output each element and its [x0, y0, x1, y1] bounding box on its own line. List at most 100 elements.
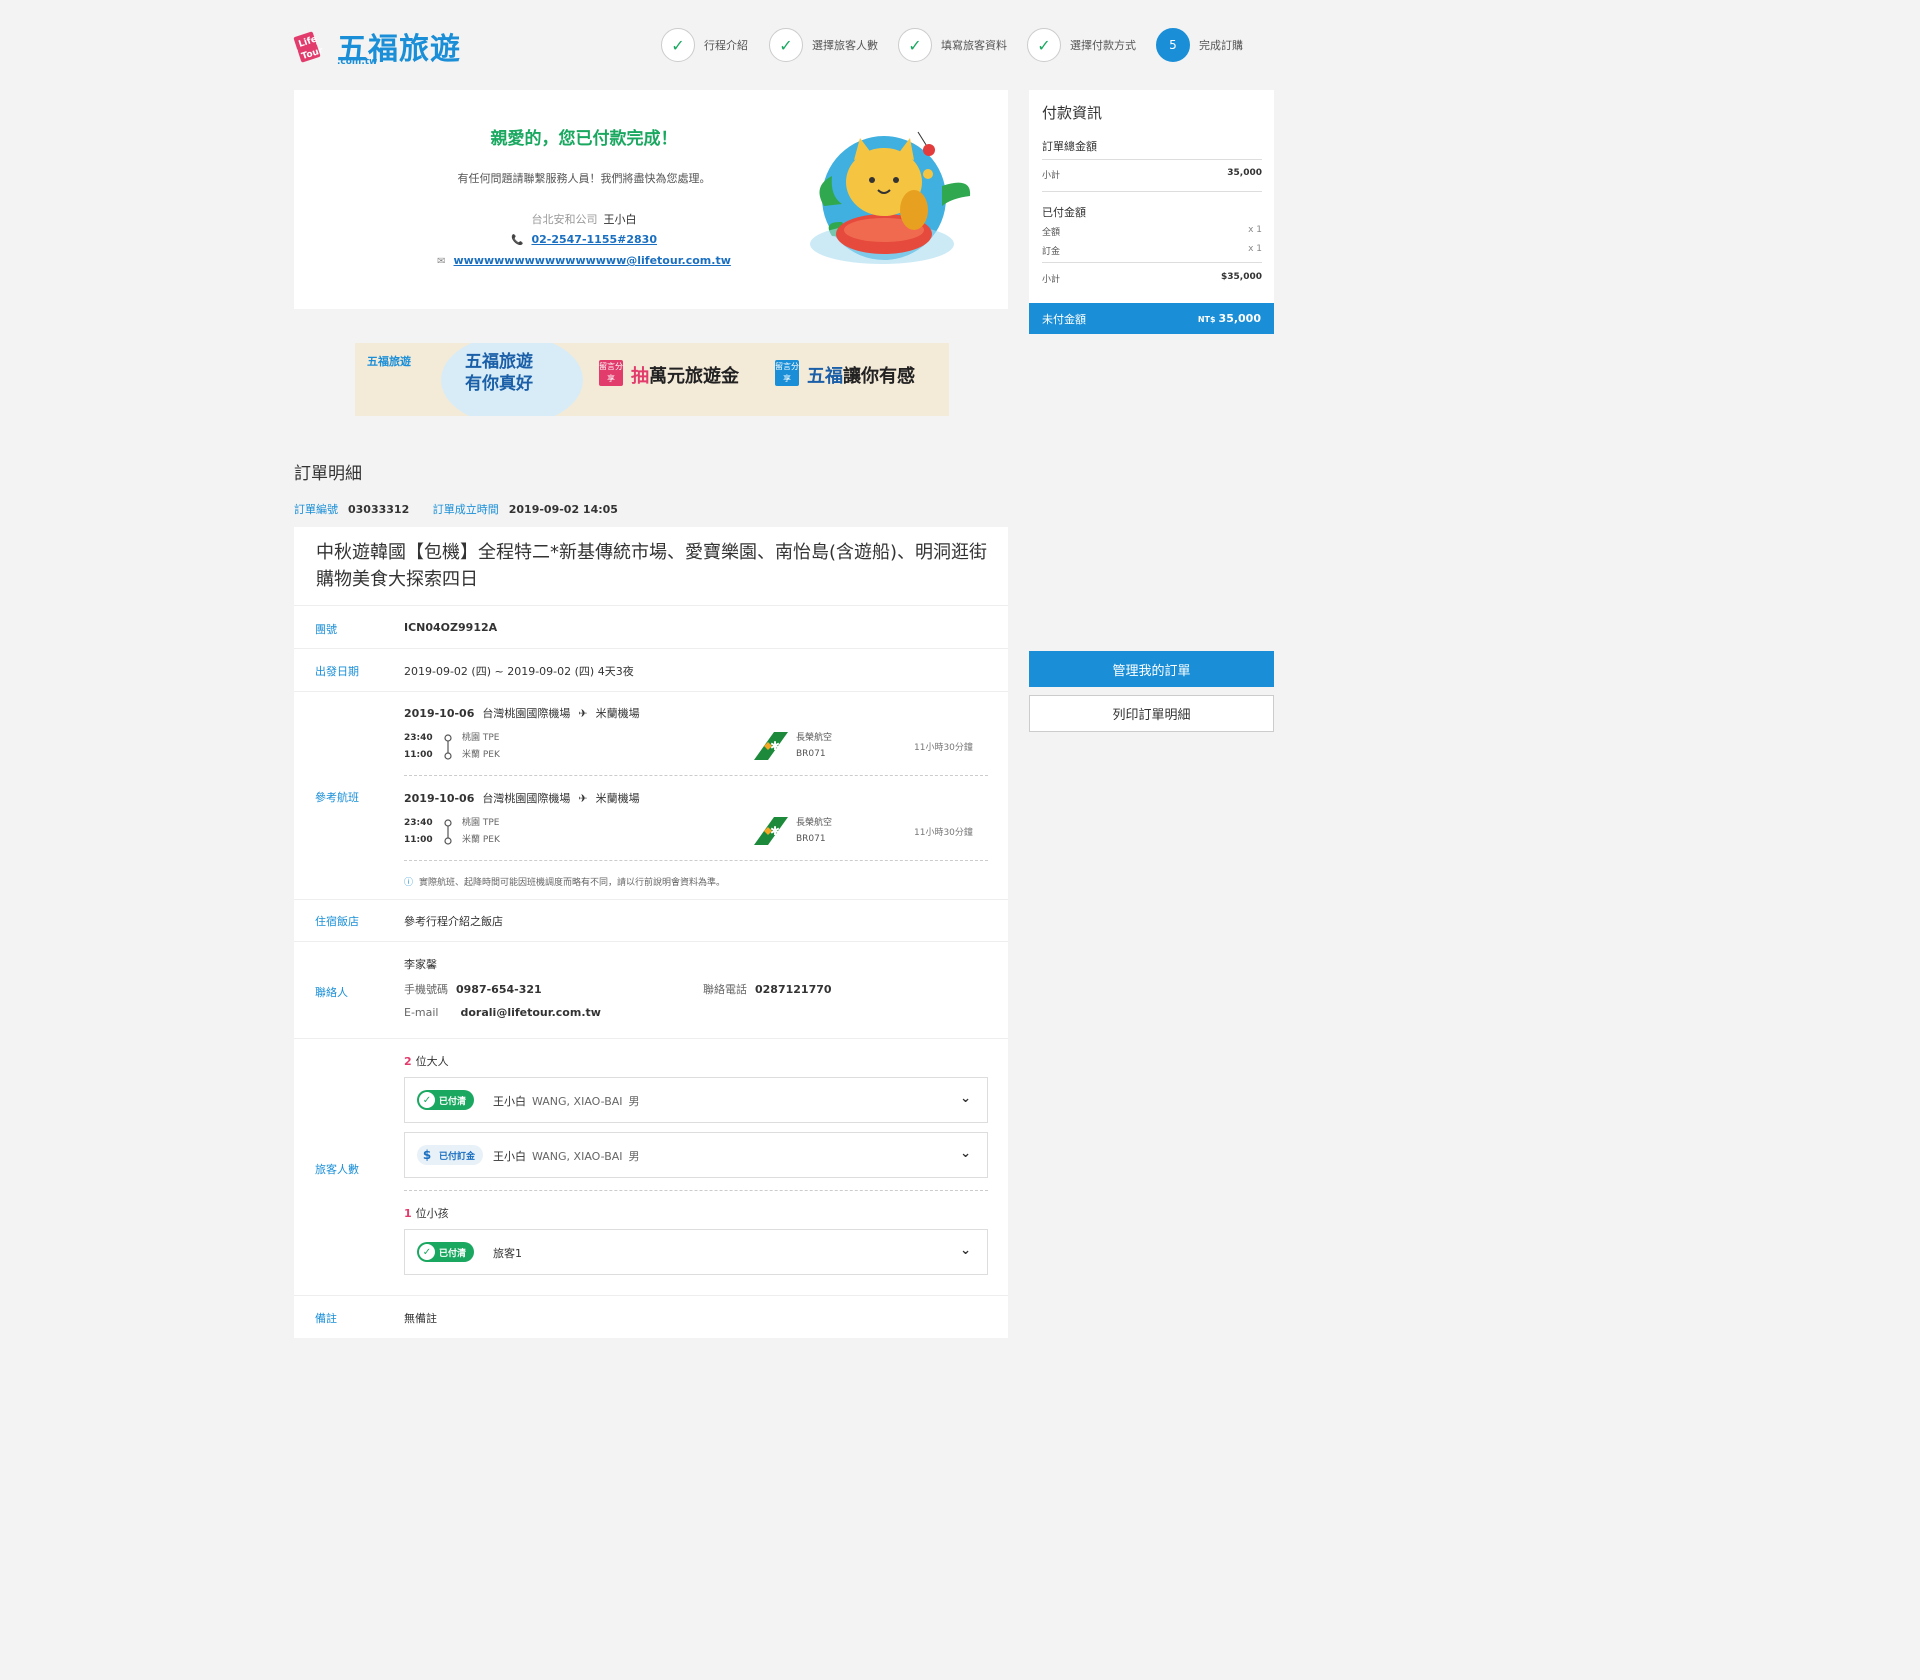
- company-name: 台北安和公司: [531, 213, 598, 226]
- mobile-row: 手機號碼 0987-654-321: [404, 981, 542, 997]
- banner-tag: 留言分享: [599, 360, 623, 386]
- passenger-row[interactable]: ✓ 已付清 王小白 WANG, XIAO-BAI 男 ⌄: [404, 1077, 988, 1123]
- divider: [294, 1295, 1008, 1296]
- chevron-down-icon[interactable]: ⌄: [960, 1243, 971, 1258]
- brand-domain: .com.tw: [337, 57, 378, 67]
- paid-item-row: 訂金 x 1: [1042, 244, 1262, 257]
- check-icon: ✓: [898, 28, 932, 62]
- passenger-row[interactable]: ✓ 已付清 旅客1 ⌄: [404, 1229, 988, 1275]
- passenger-name-zh: 旅客1: [493, 1247, 522, 1260]
- unpaid-currency: NT$: [1197, 315, 1216, 324]
- step-label: 選擇付款方式: [1070, 39, 1136, 52]
- passenger-gender: 男: [628, 1150, 640, 1163]
- banner-tag: 留言分享: [775, 360, 799, 386]
- step-4: ✓ 選擇付款方式: [1027, 28, 1136, 62]
- check-circle-icon: ✓: [419, 1092, 435, 1108]
- service-email: ✉ wwwwwwwwwwwwwwwww@lifetour.com.tw: [294, 254, 874, 267]
- total-subtotal-label: 小計: [1042, 171, 1061, 181]
- total-subtotal-value: 35,000: [1227, 168, 1262, 178]
- step-1: ✓ 行程介紹: [661, 28, 748, 62]
- paid-item-qty: x 1: [1248, 225, 1262, 235]
- passenger-label: 旅客人數: [315, 1163, 359, 1176]
- adult-count: 2 位大人: [404, 1053, 449, 1069]
- status-badge-text: 已付訂金: [439, 1151, 476, 1162]
- unpaid-amount: NT$ 35,000: [1198, 312, 1261, 325]
- flight-number: BR071: [796, 834, 826, 844]
- flight-to: 米蘭機場: [595, 792, 640, 805]
- payment-info-card: 付款資訊 訂單總金額 小計 35,000 已付金額 全額 x 1 訂金 x 1 …: [1029, 90, 1274, 334]
- paid-item-label: 訂金: [1042, 247, 1061, 257]
- brand-logo[interactable]: Life Tour 五福旅遊 .com.tw: [293, 24, 473, 70]
- paid-item-label: 全額: [1042, 228, 1061, 238]
- arr-time: 11:00: [404, 750, 433, 760]
- depart-date: 2019-09-02 (四) ~ 2019-09-02 (四) 4天3夜: [404, 665, 634, 678]
- email-label: E-mail: [404, 1006, 439, 1019]
- order-created-label: 訂單成立時間: [432, 503, 499, 516]
- payment-success-card: 親愛的，您已付款完成！ 有任何問題請聯繫服務人員！我們將盡快為您處理。 台北安和…: [294, 90, 1008, 309]
- success-message: 有任何問題請聯繫服務人員！我們將盡快為您處理。: [457, 172, 711, 185]
- divider: [1042, 191, 1262, 192]
- adult-count-number: 2: [404, 1055, 412, 1068]
- paid-item-qty: x 1: [1248, 244, 1262, 254]
- arr-time: 11:00: [404, 835, 433, 845]
- route-icon: [444, 819, 452, 845]
- status-badge-text: 已付清: [439, 1096, 467, 1107]
- passenger-name: 旅客1: [493, 1245, 522, 1261]
- passenger-name: 王小白 WANG, XIAO-BAI 男: [493, 1148, 640, 1164]
- plane-icon: ✈: [578, 707, 588, 720]
- phone-link[interactable]: 02-2547-1155#2830: [531, 233, 657, 246]
- manage-order-button[interactable]: 管理我的訂單: [1029, 651, 1274, 687]
- child-count-text: 位小孩: [415, 1207, 449, 1220]
- dollar-icon: $: [422, 1148, 432, 1162]
- divider: [1042, 262, 1262, 263]
- flight-to: 米蘭機場: [595, 707, 640, 720]
- order-created: 2019-09-02 14:05: [508, 503, 618, 516]
- remark-label: 備註: [315, 1312, 337, 1325]
- paid-item-row: 全額 x 1: [1042, 225, 1262, 238]
- group-label: 團號: [315, 623, 337, 636]
- order-detail-card: 中秋遊韓國【包機】全程特二*新基傳統市場、愛寶樂園、南怡島(含遊船)、明洞逛街購…: [294, 527, 1008, 1338]
- step-label: 完成訂購: [1199, 39, 1243, 52]
- flight-label: 參考航班: [315, 791, 359, 804]
- unpaid-label: 未付金額: [1042, 312, 1086, 326]
- airline-info: 長榮航空 BR071: [796, 815, 832, 847]
- promo-banner[interactable]: 五福旅遊 五福旅遊 有你真好 留言分享 抽萬元旅遊金 留言分享 五福讓你有感: [355, 343, 949, 416]
- divider: [294, 1038, 1008, 1039]
- divider: [1042, 159, 1262, 160]
- passenger-gender: 男: [628, 1095, 640, 1108]
- passenger-name-en: WANG, XIAO-BAI: [532, 1150, 623, 1163]
- chevron-down-icon[interactable]: ⌄: [960, 1146, 971, 1161]
- passenger-name-zh: 王小白: [493, 1150, 526, 1163]
- child-count: 1 位小孩: [404, 1205, 449, 1221]
- step-label: 填寫旅客資料: [941, 39, 1007, 52]
- service-company: 台北安和公司 王小白: [294, 211, 874, 227]
- flight-number: BR071: [796, 749, 826, 759]
- order-meta: 訂單編號 03033312 訂單成立時間 2019-09-02 14:05: [294, 501, 638, 517]
- status-badge: ✓ 已付清: [417, 1090, 475, 1110]
- step-3: ✓ 填寫旅客資料: [898, 28, 1007, 62]
- divider: [294, 648, 1008, 649]
- arr-airport: 米蘭 PEK: [462, 835, 500, 845]
- dep-time: 23:40: [404, 818, 433, 828]
- print-order-button[interactable]: 列印訂單明細: [1029, 695, 1274, 732]
- eva-air-logo-icon: ✱: [754, 732, 788, 760]
- unpaid-amount-bar: 未付金額 NT$ 35,000: [1029, 303, 1274, 334]
- arr-airport: 米蘭 PEK: [462, 750, 500, 760]
- email-link[interactable]: wwwwwwwwwwwwwwwww@lifetour.com.tw: [454, 254, 731, 267]
- banner-text-1: 抽萬元旅遊金: [631, 362, 739, 388]
- divider: [294, 691, 1008, 692]
- group-number-value: ICN04OZ9912A: [404, 621, 498, 634]
- banner-slogan: 五福旅遊 有你真好: [465, 351, 533, 395]
- step-5: 5 完成訂購: [1156, 28, 1243, 62]
- divider: [294, 941, 1008, 942]
- passenger-row[interactable]: $ 已付訂金 王小白 WANG, XIAO-BAI 男 ⌄: [404, 1132, 988, 1178]
- banner-text-2-rest: 讓你有感: [843, 366, 915, 387]
- chevron-down-icon[interactable]: ⌄: [960, 1091, 971, 1106]
- mail-icon: ✉: [437, 256, 446, 267]
- passenger-name-en: WANG, XIAO-BAI: [532, 1095, 623, 1108]
- dep-time: 23:40: [404, 733, 433, 743]
- contact-label: 聯絡人: [315, 986, 348, 999]
- remark-value: 無備註: [404, 1312, 437, 1325]
- flight-date: 2019-10-06: [404, 707, 475, 720]
- dep-airport: 桃園 TPE: [462, 733, 500, 743]
